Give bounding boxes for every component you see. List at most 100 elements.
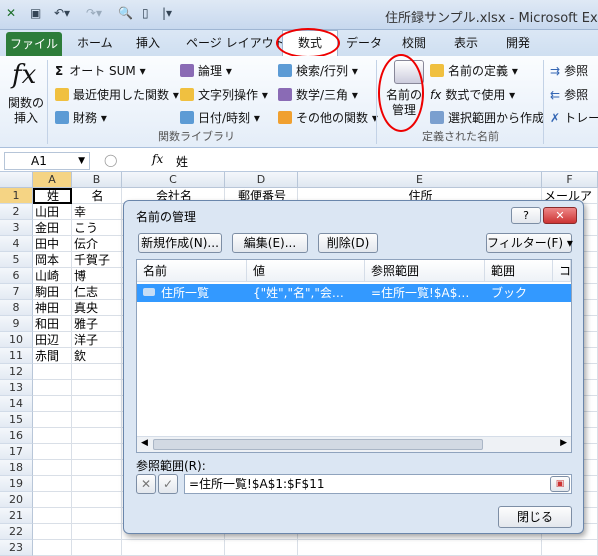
delete-name-button[interactable]: 削除(D) [318, 233, 378, 253]
print-preview-icon[interactable]: 🔍 [118, 6, 133, 20]
financial-button[interactable]: 財務 ▾ [55, 109, 107, 126]
cell[interactable] [33, 476, 72, 492]
close-button[interactable]: 閉じる [498, 506, 572, 528]
logical-button[interactable]: 論理 ▾ [180, 62, 232, 79]
tab-data[interactable]: データ [346, 34, 382, 51]
col-header-f[interactable]: F [542, 172, 598, 188]
row-header[interactable]: 10 [0, 332, 33, 348]
names-list[interactable]: 名前 値 参照範囲 範囲 コ 住所一覧 {"姓","名","会… =住所一覧!$… [136, 259, 572, 453]
autosum-button[interactable]: Σ オート SUM ▾ [55, 62, 146, 79]
cell[interactable] [72, 540, 122, 556]
row-header[interactable]: 6 [0, 268, 33, 284]
cell[interactable]: 山田 [33, 204, 72, 220]
cell[interactable]: 伝介 [72, 236, 122, 252]
select-all-corner[interactable] [0, 172, 33, 188]
cell[interactable] [122, 540, 225, 556]
cell[interactable]: 博 [72, 268, 122, 284]
cell[interactable]: 洋子 [72, 332, 122, 348]
row-header[interactable]: 15 [0, 412, 33, 428]
cell[interactable] [72, 492, 122, 508]
text-button[interactable]: 文字列操作 ▾ [180, 86, 268, 103]
undo-icon[interactable]: ↶▾ [54, 6, 70, 20]
cell[interactable]: 和田 [33, 316, 72, 332]
recent-functions-button[interactable]: 最近使用した関数 ▾ [55, 86, 179, 103]
cell[interactable] [72, 412, 122, 428]
row-header[interactable]: 17 [0, 444, 33, 460]
cancel-edit-icon[interactable]: ✕ [136, 474, 156, 494]
cell[interactable] [72, 508, 122, 524]
cell[interactable] [33, 412, 72, 428]
cell[interactable]: 千賀子 [72, 252, 122, 268]
lookup-button[interactable]: 検索/行列 ▾ [278, 62, 358, 79]
tab-file[interactable]: ファイル [6, 32, 62, 56]
confirm-edit-icon[interactable]: ✓ [158, 474, 178, 494]
cell[interactable] [72, 428, 122, 444]
cell[interactable] [72, 364, 122, 380]
name-box[interactable]: A1 ▼ [4, 152, 90, 170]
cell[interactable]: 仁志 [72, 284, 122, 300]
tab-home[interactable]: ホーム [77, 34, 113, 51]
cell[interactable]: 田辺 [33, 332, 72, 348]
trace-dependents-button[interactable]: ⇇ 参照 [550, 86, 588, 103]
scrollbar-thumb[interactable] [153, 439, 483, 450]
more-functions-button[interactable]: その他の関数 ▾ [278, 109, 378, 126]
cell[interactable] [72, 524, 122, 540]
datetime-button[interactable]: 日付/時刻 ▾ [180, 109, 260, 126]
cell[interactable] [33, 492, 72, 508]
tab-review[interactable]: 校閲 [402, 34, 426, 51]
cell[interactable] [33, 508, 72, 524]
col-header-d[interactable]: D [225, 172, 298, 188]
cell[interactable]: 岡本 [33, 252, 72, 268]
insert-function-icon[interactable]: fx [12, 60, 36, 90]
row-header[interactable]: 20 [0, 492, 33, 508]
row-header[interactable]: 3 [0, 220, 33, 236]
row-header[interactable]: 21 [0, 508, 33, 524]
column-reference[interactable]: 参照範囲 [365, 260, 485, 282]
insert-function-button[interactable]: 関数の 挿入 [8, 96, 44, 126]
math-button[interactable]: 数学/三角 ▾ [278, 86, 358, 103]
scroll-left-icon[interactable]: ◀ [141, 438, 148, 448]
edit-name-button[interactable]: 編集(E)... [232, 233, 308, 253]
cell[interactable]: 山崎 [33, 268, 72, 284]
column-value[interactable]: 値 [247, 260, 365, 282]
tab-page-layout[interactable]: ページ レイアウト [186, 34, 286, 51]
cell[interactable]: 名 [72, 188, 122, 204]
cell[interactable]: 真央 [72, 300, 122, 316]
filter-button[interactable]: フィルター(F) ▾ [486, 233, 573, 253]
cell[interactable] [542, 540, 598, 556]
create-from-selection-button[interactable]: 選択範囲から作成 [430, 109, 544, 126]
reference-input[interactable]: =住所一覧!$A$1:$F$11 [184, 474, 572, 494]
new-file-icon[interactable]: ▯ [142, 6, 149, 20]
column-scope[interactable]: 範囲 [485, 260, 553, 282]
name-entry-row[interactable]: 住所一覧 {"姓","名","会… =住所一覧!$A$… ブック [137, 284, 571, 302]
column-name[interactable]: 名前 [137, 260, 247, 282]
row-header[interactable]: 23 [0, 540, 33, 556]
cell[interactable]: 雅子 [72, 316, 122, 332]
customize-qat-icon[interactable]: |▾ [162, 6, 172, 20]
cell[interactable] [72, 396, 122, 412]
close-icon[interactable]: ✕ [543, 207, 577, 224]
cell[interactable] [72, 476, 122, 492]
row-header[interactable]: 12 [0, 364, 33, 380]
cell[interactable] [225, 540, 298, 556]
cell[interactable] [298, 540, 542, 556]
col-header-c[interactable]: C [122, 172, 225, 188]
collapse-dialog-icon[interactable]: ▣ [550, 476, 570, 492]
redo-icon[interactable]: ↷▾ [86, 6, 102, 20]
cell[interactable]: 金田 [33, 220, 72, 236]
tab-developer[interactable]: 開発 [506, 34, 530, 51]
help-button[interactable]: ? [511, 207, 541, 224]
new-name-button[interactable]: 新規作成(N)... [138, 233, 222, 253]
use-in-formula-button[interactable]: fx 数式で使用 ▾ [430, 86, 515, 103]
define-name-button[interactable]: 名前の定義 ▾ [430, 62, 518, 79]
cell[interactable] [33, 364, 72, 380]
cell[interactable] [33, 460, 72, 476]
cell[interactable] [72, 444, 122, 460]
column-comment[interactable]: コ [553, 260, 571, 282]
tab-view[interactable]: 表示 [454, 34, 478, 51]
row-header[interactable]: 1 [0, 188, 33, 204]
row-header[interactable]: 4 [0, 236, 33, 252]
row-header[interactable]: 22 [0, 524, 33, 540]
row-header[interactable]: 5 [0, 252, 33, 268]
cell[interactable] [72, 460, 122, 476]
